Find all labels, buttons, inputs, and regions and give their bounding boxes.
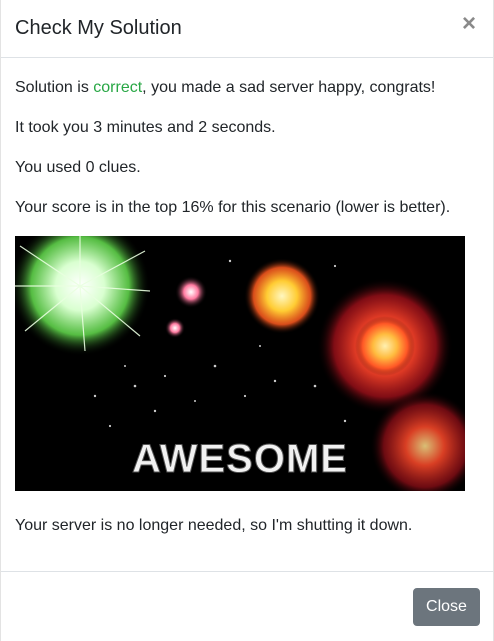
status-correct: correct <box>93 79 143 96</box>
close-button[interactable]: Close <box>413 588 480 626</box>
close-icon[interactable]: × <box>459 11 479 37</box>
modal-title: Check My Solution <box>15 17 182 39</box>
solution-suffix: , you made a sad server happy, congrats! <box>142 79 436 96</box>
solution-status-text: Solution is correct, you made a sad serv… <box>15 78 435 98</box>
solution-prefix: Solution is <box>15 79 94 96</box>
clues-used-text: You used 0 clues. <box>15 159 141 176</box>
modal-footer: Close <box>1 571 493 641</box>
score-rank-text: Your score is in the top 16% for this sc… <box>15 199 451 216</box>
shutdown-notice-text: Your server is no longer needed, so I'm … <box>15 517 413 534</box>
time-taken-text: It took you 3 minutes and 2 seconds. <box>15 119 276 136</box>
modal-header: Check My Solution × <box>1 0 493 58</box>
check-solution-modal: Check My Solution × Solution is correct,… <box>0 0 494 641</box>
fireworks-image: AWESOME <box>15 236 465 491</box>
awesome-text: AWESOME <box>132 437 348 481</box>
